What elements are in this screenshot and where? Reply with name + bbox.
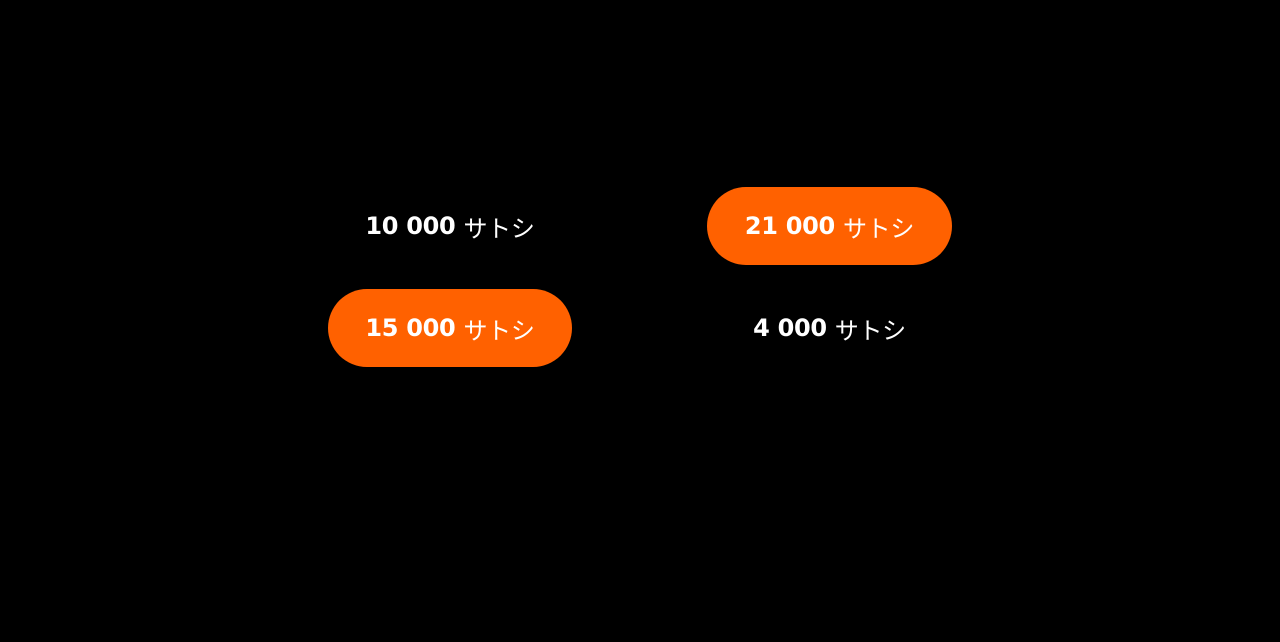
amount-value: 21 000 — [744, 212, 835, 240]
amount-option-4000[interactable]: 4 000 サトシ — [707, 289, 952, 367]
amount-unit: サトシ — [463, 214, 535, 243]
amount-unit: サトシ — [463, 316, 535, 345]
amount-value: 10 000 — [365, 212, 456, 240]
amount-value: 15 000 — [365, 314, 456, 342]
amount-value: 4 000 — [753, 314, 827, 342]
amount-option-21000[interactable]: 21 000 サトシ — [707, 187, 952, 265]
amount-option-15000[interactable]: 15 000 サトシ — [328, 289, 572, 367]
amount-options-grid: 10 000 サトシ 21 000 サトシ 15 000 サトシ 4 000 サ… — [328, 187, 952, 367]
amount-unit: サトシ — [834, 316, 906, 345]
amount-option-10000[interactable]: 10 000 サトシ — [328, 187, 572, 265]
amount-unit: サトシ — [842, 214, 915, 243]
